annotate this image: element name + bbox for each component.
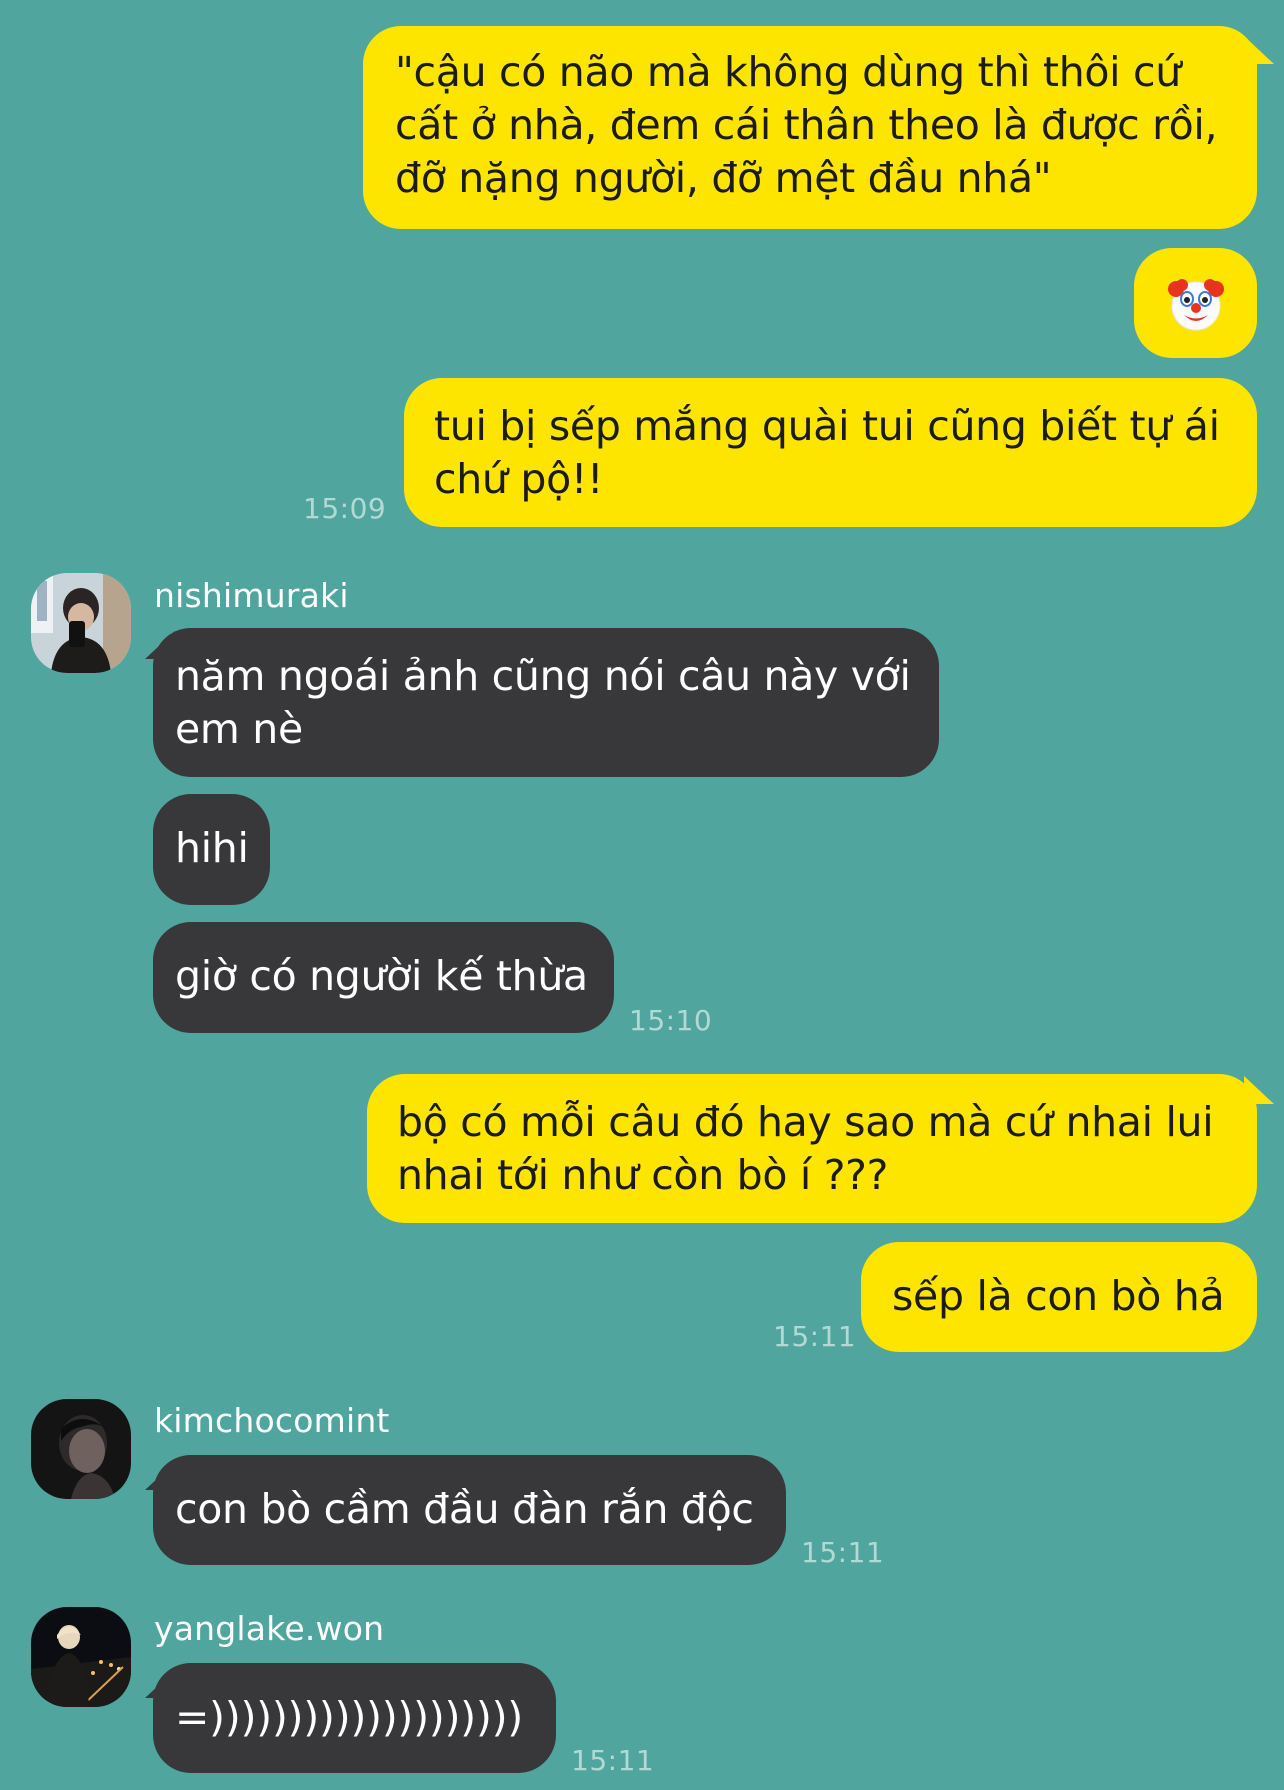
bubble-tail xyxy=(1244,36,1274,64)
timestamp: 15:09 xyxy=(303,492,387,525)
sender-name: nishimuraki xyxy=(154,576,349,615)
message-bubble-incoming[interactable]: giờ có người kế thừa xyxy=(153,922,614,1033)
message-text: bộ có mỗi câu đó hay sao mà cứ nhai lui … xyxy=(397,1098,1214,1199)
message-text: "cậu có não mà không dùng thì thôi cứ cấ… xyxy=(395,48,1218,202)
clown-face-icon xyxy=(1168,279,1224,331)
message-text: sếp là con bò hả xyxy=(892,1272,1225,1320)
message-text: con bò cầm đầu đàn rắn độc xyxy=(175,1485,754,1533)
message-text: hihi xyxy=(175,824,249,872)
timestamp: 15:10 xyxy=(629,1004,713,1037)
message-bubble-outgoing[interactable]: sếp là con bò hả xyxy=(861,1242,1257,1352)
message-bubble-outgoing[interactable] xyxy=(1134,248,1257,358)
message-bubble-incoming[interactable]: =)))))))))))))))))))) xyxy=(153,1663,556,1773)
timestamp: 15:11 xyxy=(801,1536,885,1569)
message-bubble-incoming[interactable]: năm ngoái ảnh cũng nói câu này với em nè xyxy=(153,628,939,777)
message-text: năm ngoái ảnh cũng nói câu này với em nè xyxy=(175,652,911,753)
message-bubble-incoming[interactable]: hihi xyxy=(153,794,270,905)
message-bubble-incoming[interactable]: con bò cầm đầu đàn rắn độc xyxy=(153,1455,786,1565)
message-bubble-outgoing[interactable]: "cậu có não mà không dùng thì thôi cứ cấ… xyxy=(363,26,1257,229)
message-bubble-outgoing[interactable]: tui bị sếp mắng quài tui cũng biết tự ái… xyxy=(404,378,1257,527)
avatar-kimchocomint[interactable] xyxy=(31,1399,131,1499)
message-text: =)))))))))))))))))))) xyxy=(175,1693,523,1741)
message-text: tui bị sếp mắng quài tui cũng biết tự ái… xyxy=(434,402,1220,503)
bubble-tail xyxy=(1244,1076,1274,1104)
message-text: giờ có người kế thừa xyxy=(175,952,588,1000)
timestamp: 15:11 xyxy=(571,1744,655,1777)
timestamp: 15:11 xyxy=(773,1320,857,1353)
avatar-yanglake-won[interactable] xyxy=(31,1607,131,1707)
sender-name: yanglake.won xyxy=(154,1609,385,1648)
sender-name: kimchocomint xyxy=(154,1401,390,1440)
avatar-nishimuraki[interactable] xyxy=(31,573,131,673)
message-bubble-outgoing[interactable]: bộ có mỗi câu đó hay sao mà cứ nhai lui … xyxy=(367,1074,1257,1223)
